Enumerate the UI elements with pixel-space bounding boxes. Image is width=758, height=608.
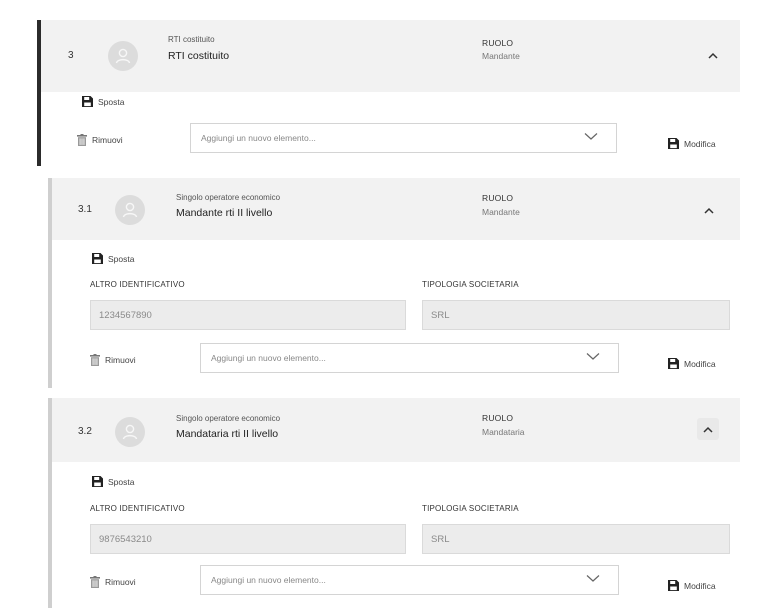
field-value: SRL bbox=[431, 309, 450, 321]
altro-identificativo-field[interactable]: 1234567890 bbox=[90, 300, 406, 330]
move-label: Sposta bbox=[98, 96, 125, 107]
avatar-icon bbox=[108, 41, 138, 71]
save-icon bbox=[668, 138, 679, 149]
item-name: RTI costituito bbox=[168, 50, 230, 62]
chevron-down-icon bbox=[586, 575, 600, 582]
item-card-3: 3 RTI costituito RTI costituito RUOLO Ma… bbox=[37, 20, 740, 166]
remove-label: Rimuovi bbox=[105, 577, 136, 587]
field-value: 9876543210 bbox=[99, 533, 152, 545]
chevron-up-icon bbox=[708, 52, 718, 59]
collapse-button[interactable] bbox=[698, 199, 720, 221]
item-header: 3.1 Singolo operatore economico Mandante… bbox=[52, 178, 740, 240]
add-element-select[interactable]: Aggiungi un nuovo elemento... bbox=[190, 123, 617, 153]
role-value: Mandataria bbox=[482, 427, 525, 437]
field-label-tipologia-societaria: TIPOLOGIA SOCIETARIA bbox=[422, 280, 519, 289]
role-label: RUOLO bbox=[482, 193, 514, 203]
remove-label: Rimuovi bbox=[92, 135, 123, 145]
item-name: Mandataria rti II livello bbox=[176, 428, 279, 440]
field-label-altro-identificativo: ALTRO IDENTIFICATIVO bbox=[90, 280, 185, 289]
edit-button[interactable]: Modifica bbox=[668, 138, 716, 149]
move-button[interactable]: Sposta bbox=[92, 253, 134, 264]
item-type: Singolo operatore economico bbox=[176, 414, 281, 423]
add-element-select[interactable]: Aggiungi un nuovo elemento... bbox=[200, 565, 619, 595]
remove-button[interactable]: Rimuovi bbox=[90, 354, 136, 366]
field-label-altro-identificativo: ALTRO IDENTIFICATIVO bbox=[90, 504, 185, 513]
add-element-placeholder: Aggiungi un nuovo elemento... bbox=[211, 353, 326, 363]
collapse-button[interactable] bbox=[697, 418, 719, 440]
trash-icon bbox=[77, 134, 87, 146]
move-label: Sposta bbox=[108, 476, 135, 487]
avatar-icon bbox=[115, 195, 145, 225]
tipologia-societaria-field[interactable]: SRL bbox=[422, 524, 730, 554]
trash-icon bbox=[90, 576, 100, 588]
edit-label: Modifica bbox=[684, 358, 716, 369]
edit-label: Modifica bbox=[684, 138, 716, 149]
edit-label: Modifica bbox=[684, 580, 716, 591]
remove-button[interactable]: Rimuovi bbox=[77, 134, 123, 146]
save-icon bbox=[668, 358, 679, 369]
role-value: Mandante bbox=[482, 51, 520, 61]
item-number: 3 bbox=[68, 50, 74, 61]
collapse-button[interactable] bbox=[702, 44, 724, 66]
trash-icon bbox=[90, 354, 100, 366]
role-label: RUOLO bbox=[482, 38, 514, 48]
remove-button[interactable]: Rimuovi bbox=[90, 576, 136, 588]
altro-identificativo-field[interactable]: 9876543210 bbox=[90, 524, 406, 554]
move-button[interactable]: Sposta bbox=[92, 476, 134, 487]
item-card-3-1: 3.1 Singolo operatore economico Mandante… bbox=[48, 178, 740, 388]
chevron-up-icon bbox=[704, 207, 714, 214]
save-icon bbox=[668, 580, 679, 591]
item-header: 3.2 Singolo operatore economico Mandatar… bbox=[52, 398, 740, 462]
item-card-3-2: 3.2 Singolo operatore economico Mandatar… bbox=[48, 398, 740, 608]
item-number: 3.1 bbox=[78, 204, 92, 215]
move-button[interactable]: Sposta bbox=[82, 96, 124, 107]
avatar-icon bbox=[115, 417, 145, 447]
item-type: RTI costituito bbox=[168, 35, 215, 44]
edit-button[interactable]: Modifica bbox=[668, 580, 716, 591]
field-value: SRL bbox=[431, 533, 450, 545]
chevron-down-icon bbox=[586, 353, 600, 360]
item-number: 3.2 bbox=[78, 426, 92, 437]
add-element-placeholder: Aggiungi un nuovo elemento... bbox=[201, 133, 316, 143]
remove-label: Rimuovi bbox=[105, 355, 136, 365]
add-element-select[interactable]: Aggiungi un nuovo elemento... bbox=[200, 343, 619, 373]
tipologia-societaria-field[interactable]: SRL bbox=[422, 300, 730, 330]
chevron-up-icon bbox=[703, 426, 713, 433]
move-label: Sposta bbox=[108, 253, 135, 264]
role-label: RUOLO bbox=[482, 413, 514, 423]
edit-button[interactable]: Modifica bbox=[668, 358, 716, 369]
save-icon bbox=[92, 253, 103, 264]
item-name: Mandante rti II livello bbox=[176, 207, 273, 219]
field-label-tipologia-societaria: TIPOLOGIA SOCIETARIA bbox=[422, 504, 519, 513]
save-icon bbox=[82, 96, 93, 107]
role-value: Mandante bbox=[482, 207, 520, 217]
item-type: Singolo operatore economico bbox=[176, 193, 281, 202]
chevron-down-icon bbox=[584, 133, 598, 140]
item-header: 3 RTI costituito RTI costituito RUOLO Ma… bbox=[41, 20, 740, 92]
add-element-placeholder: Aggiungi un nuovo elemento... bbox=[211, 575, 326, 585]
save-icon bbox=[92, 476, 103, 487]
field-value: 1234567890 bbox=[99, 309, 152, 321]
